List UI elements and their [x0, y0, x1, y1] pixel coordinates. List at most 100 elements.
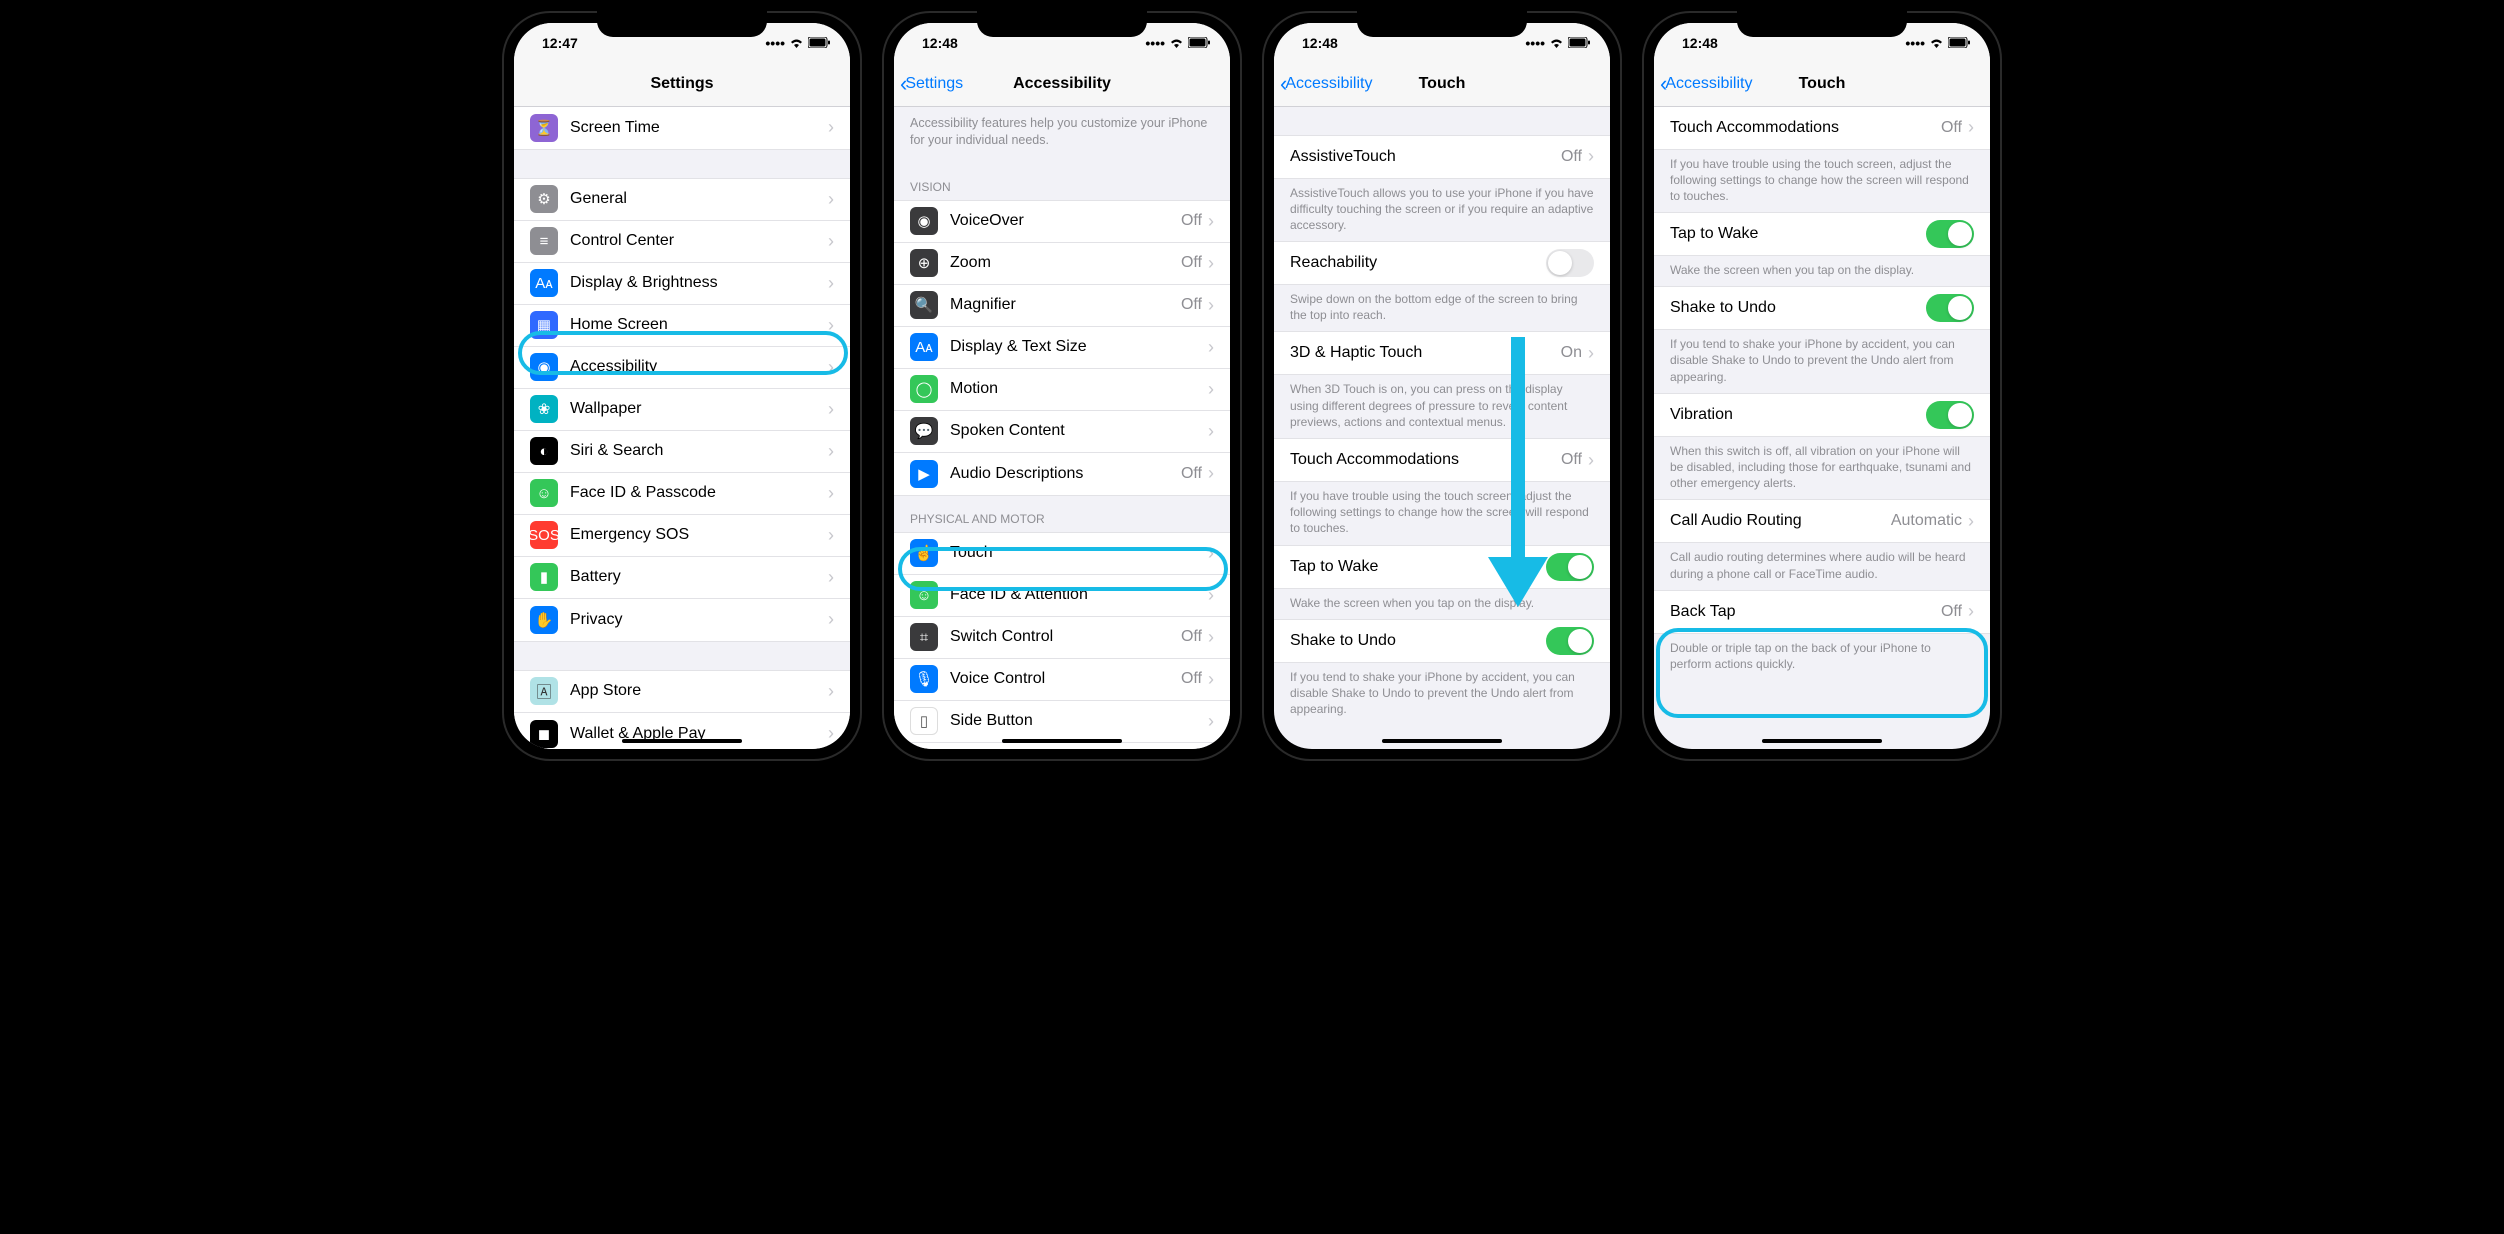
cell-home-screen[interactable]: ▦Home Screen› [514, 305, 850, 347]
wifi-icon [1929, 35, 1944, 51]
chevron-right-icon: › [828, 681, 834, 702]
cell-touch-accommodations[interactable]: Touch Accommodations Off › [1654, 107, 1990, 149]
label: Reachability [1290, 254, 1546, 272]
chevron-right-icon: › [1208, 379, 1214, 400]
chevron-right-icon: › [1208, 627, 1214, 648]
nav-bar: ‹ Accessibility Touch [1274, 63, 1610, 107]
cell-touch-accommodations[interactable]: Touch Accommodations Off › [1274, 439, 1610, 481]
cell-call-audio-routing[interactable]: Call Audio Routing Automatic › [1654, 500, 1990, 542]
value: Off [1181, 296, 1202, 314]
value: Off [1941, 603, 1962, 621]
label: Emergency SOS [570, 526, 828, 544]
back-button[interactable]: ‹ Settings [894, 71, 963, 97]
cell-apple-tv-remote[interactable]: ⌂Apple TV Remote› [894, 743, 1230, 749]
value: Off [1561, 451, 1582, 469]
cell-magnifier[interactable]: 🔍MagnifierOff› [894, 285, 1230, 327]
label: App Store [570, 682, 828, 700]
cell-shake-to-undo[interactable]: Shake to Undo [1274, 620, 1610, 662]
signal-icon: •••• [765, 35, 785, 51]
footer: Wake the screen when you tap on the disp… [1654, 256, 1990, 286]
cell-display-text-size[interactable]: AᴀDisplay & Text Size› [894, 327, 1230, 369]
label: AssistiveTouch [1290, 148, 1561, 166]
cell-spoken-content[interactable]: 💬Spoken Content› [894, 411, 1230, 453]
cell-switch-control[interactable]: ⌗Switch ControlOff› [894, 617, 1230, 659]
phone-4: 12:48 •••• ‹ Accessibility Touch Touch A… [1642, 11, 2002, 761]
cell-tap-to-wake[interactable]: Tap to Wake [1274, 546, 1610, 588]
toggle-tap-to-wake[interactable] [1926, 220, 1974, 248]
A-icon: 🄰 [530, 677, 558, 705]
cell-wallet-apple-pay[interactable]: ◼Wallet & Apple Pay› [514, 713, 850, 749]
AA-icon: Aᴀ [530, 269, 558, 297]
value: Off [1181, 212, 1202, 230]
back-button[interactable]: ‹ Accessibility [1654, 71, 1752, 97]
toggle-vibration[interactable] [1926, 401, 1974, 429]
face-icon: ☺ [910, 581, 938, 609]
cell-emergency-sos[interactable]: SOSEmergency SOS› [514, 515, 850, 557]
toggle-reachability[interactable] [1546, 249, 1594, 277]
back-button[interactable]: ‹ Accessibility [1274, 71, 1372, 97]
label: Touch Accommodations [1290, 451, 1561, 469]
cell-battery[interactable]: ▮Battery› [514, 557, 850, 599]
wifi-icon [789, 35, 804, 51]
cell-face-id-attention[interactable]: ☺ Face ID & Attention› [894, 575, 1230, 617]
cell-screen-time[interactable]: ⏳Screen Time› [514, 107, 850, 149]
cell-voiceover[interactable]: ◉VoiceOverOff› [894, 201, 1230, 243]
cell-control-center[interactable]: ≡Control Center› [514, 221, 850, 263]
battery-icon [1188, 35, 1210, 51]
chevron-right-icon: › [828, 483, 834, 504]
cell-wallpaper[interactable]: ❀Wallpaper› [514, 389, 850, 431]
cell-privacy[interactable]: ✋Privacy› [514, 599, 850, 641]
chevron-right-icon: › [1208, 711, 1214, 732]
label: Vibration [1670, 406, 1926, 424]
person-icon: ◉ [530, 353, 558, 381]
cell-display-brightness[interactable]: AᴀDisplay & Brightness› [514, 263, 850, 305]
toggle-shake-to-undo[interactable] [1546, 627, 1594, 655]
toggle-shake-to-undo[interactable] [1926, 294, 1974, 322]
cell-voice-control[interactable]: 🎙Voice ControlOff› [894, 659, 1230, 701]
cell-general[interactable]: ⚙General› [514, 179, 850, 221]
cell-tap-to-wake[interactable]: Tap to Wake [1654, 213, 1990, 255]
label: Display & Text Size [950, 338, 1208, 356]
cell-touch[interactable]: ☝Touch› [894, 533, 1230, 575]
chevron-right-icon: › [1208, 585, 1214, 606]
label: Back Tap [1670, 603, 1941, 621]
cell-app-store[interactable]: 🄰 App Store› [514, 671, 850, 713]
cell-side-button[interactable]: ▯Side Button› [894, 701, 1230, 743]
chevron-right-icon: › [828, 441, 834, 462]
cell-accessibility[interactable]: ◉Accessibility› [514, 347, 850, 389]
notch [1737, 11, 1907, 37]
chevron-right-icon: › [1208, 211, 1214, 232]
value: Off [1181, 670, 1202, 688]
chevron-right-icon: › [1588, 343, 1594, 364]
cell-face-id-passcode[interactable]: ☺Face ID & Passcode› [514, 473, 850, 515]
phone-2: 12:48 •••• ‹ Settings Accessibility Acce… [882, 11, 1242, 761]
cell-3d-haptic[interactable]: 3D & Haptic Touch On › [1274, 332, 1610, 374]
motion-icon: ◯ [910, 375, 938, 403]
home-indicator [1002, 739, 1122, 743]
chevron-right-icon: › [1208, 543, 1214, 564]
cell-shake-to-undo[interactable]: Shake to Undo [1654, 287, 1990, 329]
switches-icon: ≡ [530, 227, 558, 255]
clock: 12:47 [542, 35, 578, 51]
value: Off [1181, 628, 1202, 646]
AA-icon: Aᴀ [910, 333, 938, 361]
cell-vibration[interactable]: Vibration [1654, 394, 1990, 436]
home-indicator [1762, 739, 1882, 743]
notch [597, 11, 767, 37]
cell-reachability[interactable]: Reachability [1274, 242, 1610, 284]
cell-motion[interactable]: ◯Motion› [894, 369, 1230, 411]
cell-siri-search[interactable]: ◐Siri & Search› [514, 431, 850, 473]
cell-zoom[interactable]: ⊕ZoomOff› [894, 243, 1230, 285]
cell-assistivetouch[interactable]: AssistiveTouch Off › [1274, 136, 1610, 178]
page-title: Accessibility [1013, 75, 1111, 93]
label: Switch Control [950, 628, 1181, 646]
footer: Wake the screen when you tap on the disp… [1274, 589, 1610, 619]
footer: Call audio routing determines where audi… [1654, 543, 1990, 589]
cell-back-tap[interactable]: Back Tap Off › [1654, 591, 1990, 633]
toggle-tap-to-wake[interactable] [1546, 553, 1594, 581]
notch [1357, 11, 1527, 37]
cell-audio-descriptions[interactable]: ▶Audio DescriptionsOff› [894, 453, 1230, 495]
label: Accessibility [570, 358, 828, 376]
battery-icon [808, 35, 830, 51]
label: Face ID & Attention [950, 586, 1208, 604]
